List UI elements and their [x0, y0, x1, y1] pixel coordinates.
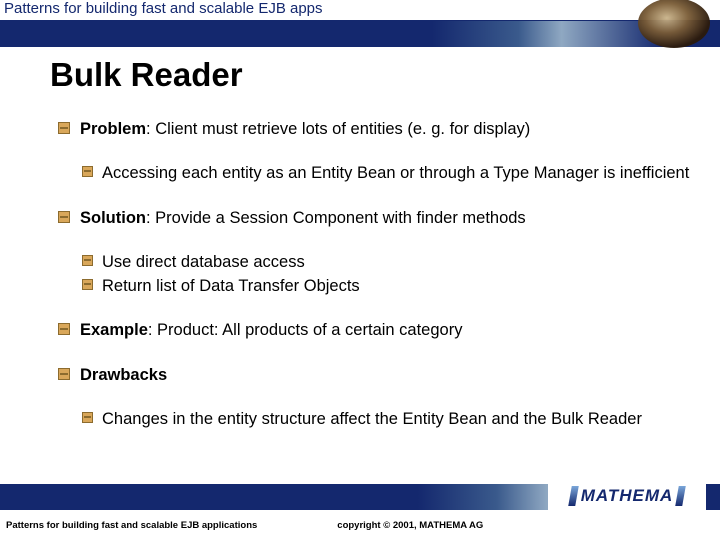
header-stripe	[0, 21, 720, 47]
bullet-label-rest: : Provide a Session Component with finde…	[146, 209, 526, 227]
bullet-level2: Changes in the entity structure affect t…	[50, 408, 690, 430]
bullet-label-rest: : Client must retrieve lots of entities …	[146, 120, 530, 138]
bullet-label-rest: : Product: All products of a certain cat…	[148, 321, 463, 339]
bullet-level2: Return list of Data Transfer Objects	[50, 275, 690, 297]
footer-left-text: Patterns for building fast and scalable …	[0, 520, 257, 531]
logo-bar-icon	[676, 486, 687, 506]
coffee-cup-image	[638, 0, 710, 48]
footer-copyright: copyright © 2001, MATHEMA AG	[257, 520, 483, 531]
bullet-level2: Use direct database access	[50, 251, 690, 273]
bullet-level1: Example: Product: All products of a cert…	[50, 319, 690, 341]
slide-header: Patterns for building fast and scalable …	[0, 0, 720, 48]
bullet-label-bold: Example	[80, 321, 148, 339]
header-title: Patterns for building fast and scalable …	[4, 0, 323, 17]
slide-footer: Patterns for building fast and scalable …	[0, 510, 720, 540]
mathema-logo: MATHEMA	[548, 478, 706, 514]
bullet-level1: Problem: Client must retrieve lots of en…	[50, 118, 690, 140]
bullet-label-bold: Drawbacks	[80, 366, 167, 384]
logo-text: MATHEMA	[581, 486, 674, 506]
bullet-label-bold: Solution	[80, 209, 146, 227]
bullet-level1: Drawbacks	[50, 364, 690, 386]
logo-bar-icon	[568, 486, 579, 506]
bullet-label-bold: Problem	[80, 120, 146, 138]
bullet-level2: Accessing each entity as an Entity Bean …	[50, 162, 690, 184]
bullet-list: Problem: Client must retrieve lots of en…	[50, 118, 690, 430]
slide-content: Bulk Reader Problem: Client must retriev…	[50, 56, 690, 452]
bullet-level1: Solution: Provide a Session Component wi…	[50, 207, 690, 229]
slide-title: Bulk Reader	[50, 56, 690, 94]
